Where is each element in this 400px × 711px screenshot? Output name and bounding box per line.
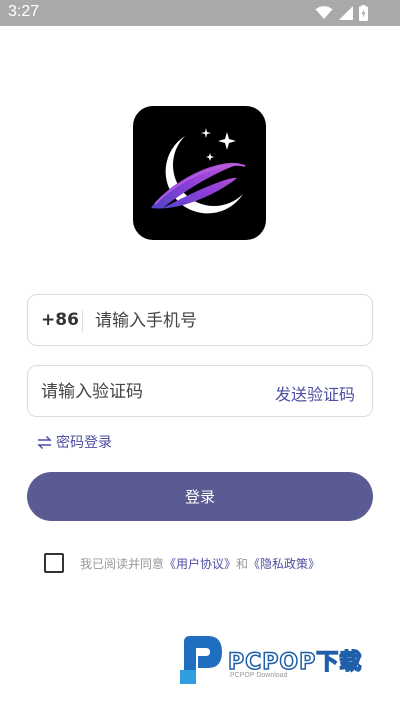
country-code[interactable]: +86 bbox=[41, 310, 79, 330]
phone-input[interactable] bbox=[95, 307, 355, 335]
privacy-policy-link[interactable]: 《隐私政策》 bbox=[248, 557, 320, 571]
verification-code-field: 发送验证码 bbox=[27, 365, 373, 417]
app-logo bbox=[133, 106, 266, 240]
swap-arrows-icon bbox=[37, 435, 52, 449]
wifi-icon bbox=[315, 6, 333, 19]
pcpop-logo-icon bbox=[180, 636, 222, 684]
agreement-prefix: 我已阅读并同意 bbox=[80, 557, 165, 571]
login-button[interactable]: 登录 bbox=[27, 472, 373, 521]
verification-code-input[interactable] bbox=[41, 378, 271, 406]
user-agreement-link[interactable]: 《用户协议》 bbox=[164, 557, 236, 571]
phone-field: +86 bbox=[27, 294, 373, 346]
status-bar: 3:27 bbox=[0, 0, 400, 26]
send-code-button[interactable]: 发送验证码 bbox=[275, 381, 355, 405]
status-icons bbox=[315, 5, 368, 21]
watermark: PCPOP下载 PCPOP Download bbox=[178, 632, 388, 688]
agreement-and: 和 bbox=[236, 557, 249, 571]
agreement-checkbox[interactable] bbox=[44, 553, 64, 573]
signal-icon bbox=[339, 6, 353, 20]
watermark-subtitle: PCPOP Download bbox=[230, 672, 288, 679]
battery-icon bbox=[359, 5, 368, 21]
password-login-link[interactable]: 密码登录 bbox=[37, 432, 112, 452]
password-login-label: 密码登录 bbox=[56, 435, 112, 451]
crescent-moon-logo bbox=[151, 128, 246, 214]
agreement-text: 我已阅读并同意《用户协议》和《隐私政策》 bbox=[80, 555, 320, 572]
status-time: 3:27 bbox=[8, 3, 40, 20]
field-divider bbox=[82, 310, 83, 332]
